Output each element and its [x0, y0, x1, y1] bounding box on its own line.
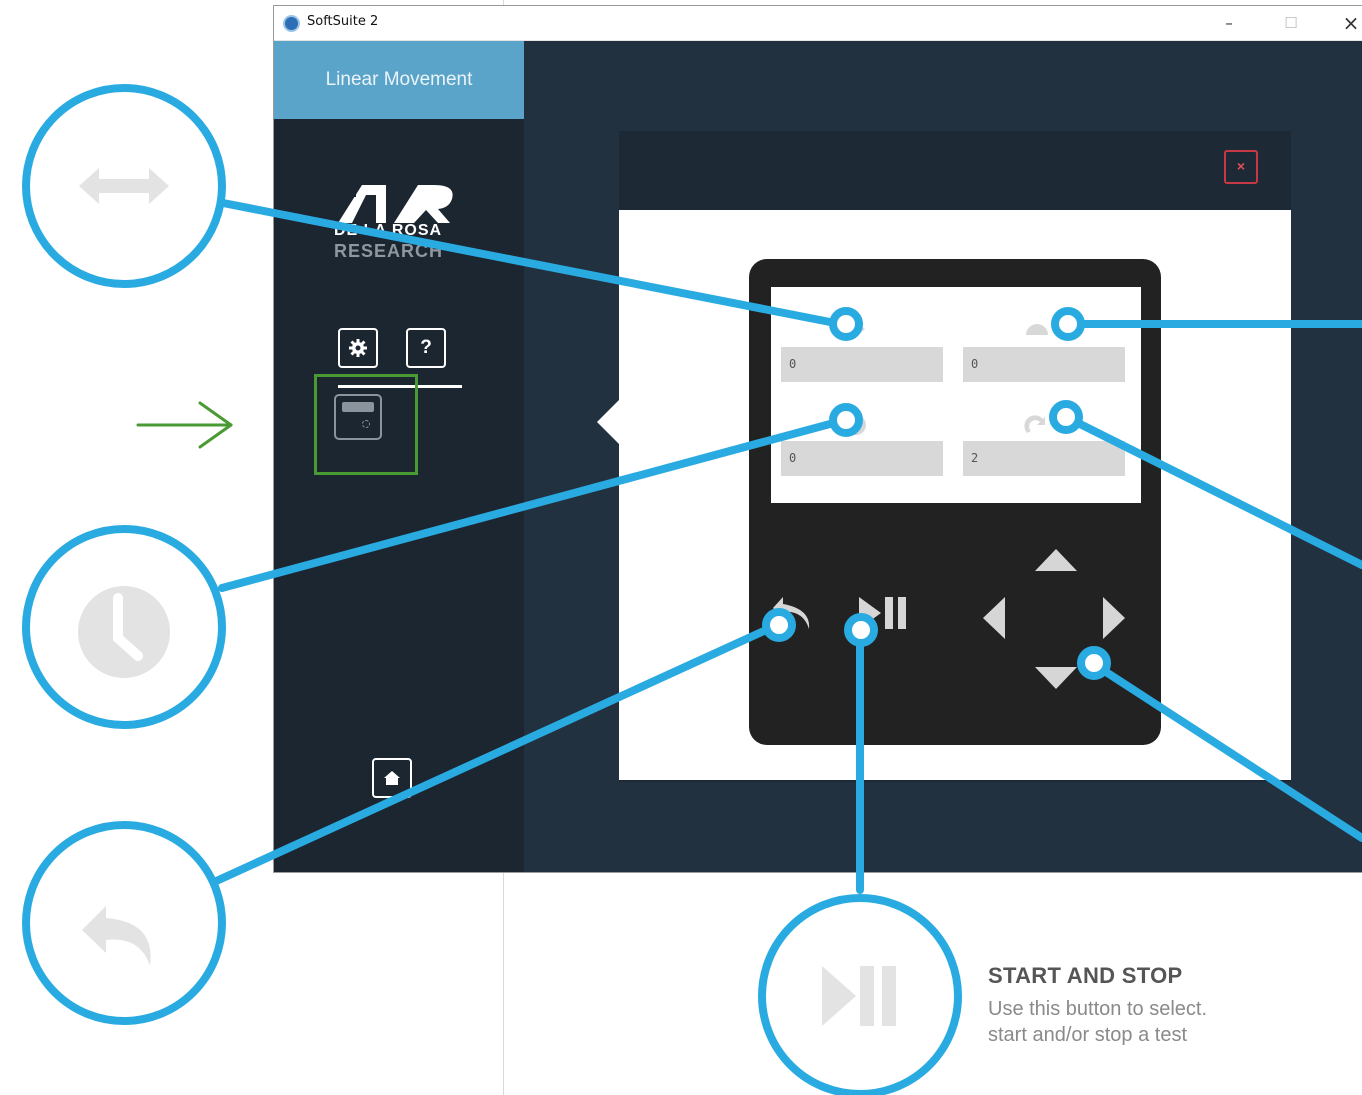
tutorial-stage: SoftSuite 2 – ☐ × Linear Movement DE LA …	[0, 0, 1362, 1095]
ring-distance	[829, 307, 863, 341]
note-line1: Use this button to select.	[988, 998, 1208, 1020]
note-title: START AND STOP	[988, 963, 1183, 988]
ring-repetitions	[1049, 400, 1083, 434]
ring-time	[829, 403, 863, 437]
note-line2: start and/or stop a test	[988, 1024, 1187, 1046]
callout-line-back	[208, 626, 770, 887]
clock-icon	[78, 586, 170, 678]
ring-speed	[1051, 307, 1085, 341]
green-arrow-icon	[136, 401, 233, 449]
callout-line-time	[218, 420, 834, 592]
callout-overlay	[22, 84, 1362, 1095]
note-body: Use this button to select. start and/or …	[988, 996, 1308, 1048]
ring-arrows	[1077, 646, 1111, 680]
ring-play-pause	[844, 613, 878, 647]
ring-back	[762, 608, 796, 642]
callout-line-arrows	[1102, 668, 1362, 842]
callout-line-repetitions	[1076, 420, 1362, 569]
callout-line-distance	[214, 198, 834, 326]
